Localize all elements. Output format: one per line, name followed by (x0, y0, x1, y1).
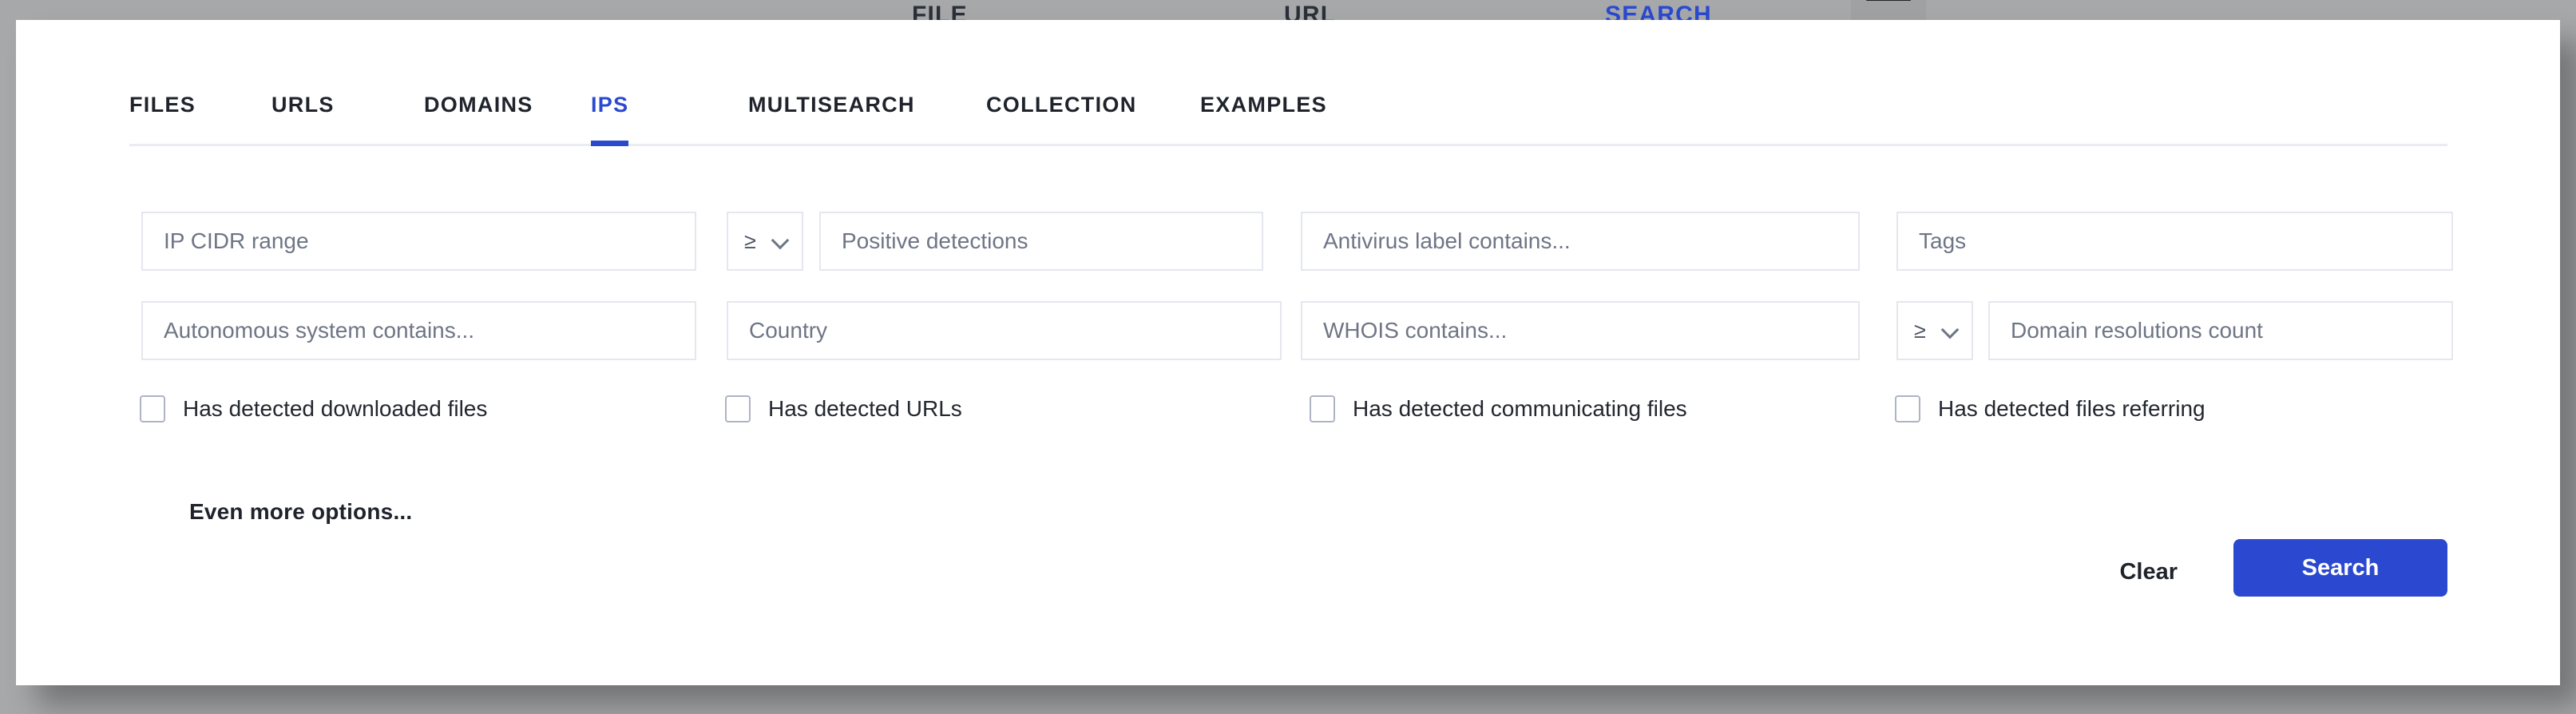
checkbox-label: Has detected communicating files (1353, 396, 1687, 421)
tab-collection[interactable]: COLLECTION (986, 80, 1137, 144)
search-type-tabs: FILES URLS DOMAINS IPS MULTISEARCH COLLECTION… (129, 82, 2447, 146)
operator-value: ≥ (744, 228, 756, 253)
positive-detections-input[interactable]: Positive detections (819, 212, 1263, 271)
checkbox-box[interactable] (140, 395, 165, 422)
checkbox-label: Has detected URLs (768, 396, 962, 421)
modal-backdrop[interactable]: FILE URL SEARCH FILES URLS DOMAINS IPS MULTI… (0, 0, 2576, 714)
domain-resolutions-input[interactable]: Domain resolutions count (1988, 301, 2453, 360)
filter-checkbox-row: Has detected downloaded files Has detecte… (16, 395, 2560, 440)
tab-files[interactable]: FILES (129, 80, 196, 144)
checkbox-box[interactable] (725, 395, 751, 422)
ip-cidr-range-input[interactable]: IP CIDR range (141, 212, 696, 271)
filter-row-2: Autonomous system contains... Country WHOI… (16, 301, 2560, 360)
hamburger-menu-icon[interactable] (1851, 0, 1926, 21)
has-detected-urls-checkbox[interactable]: Has detected URLs (725, 395, 962, 422)
filter-row-1: IP CIDR range ≥ Positive detections Antivir… (16, 212, 2560, 271)
autonomous-system-input[interactable]: Autonomous system contains... (141, 301, 696, 360)
checkbox-box[interactable] (1895, 395, 1920, 422)
checkbox-label: Has detected downloaded files (183, 396, 488, 421)
hamburger-bar-top (1866, 0, 1911, 1)
tab-multisearch[interactable]: MULTISEARCH (748, 80, 915, 144)
tab-domains[interactable]: DOMAINS (424, 80, 533, 144)
tags-input[interactable]: Tags (1896, 212, 2453, 271)
tab-ips[interactable]: IPS (591, 80, 629, 146)
background-navbar: FILE URL SEARCH (0, 0, 2576, 21)
checkbox-box[interactable] (1310, 395, 1335, 422)
has-detected-files-referring-checkbox[interactable]: Has detected files referring (1895, 395, 2205, 422)
has-detected-downloaded-files-checkbox[interactable]: Has detected downloaded files (140, 395, 487, 422)
chevron-down-icon (1942, 323, 1958, 339)
clear-button[interactable]: Clear (2119, 559, 2178, 585)
whois-input[interactable]: WHOIS contains... (1301, 301, 1860, 360)
operator-value: ≥ (1914, 318, 1926, 343)
checkbox-label: Has detected files referring (1938, 396, 2205, 421)
search-button[interactable]: Search (2233, 539, 2447, 597)
background-nav-item-file[interactable]: FILE (912, 2, 968, 21)
antivirus-label-input[interactable]: Antivirus label contains... (1301, 212, 1860, 271)
even-more-options-link[interactable]: Even more options... (189, 499, 412, 525)
has-detected-communicating-files-checkbox[interactable]: Has detected communicating files (1310, 395, 1687, 422)
tab-urls[interactable]: URLS (271, 80, 335, 144)
tab-examples[interactable]: EXAMPLES (1200, 80, 1327, 144)
chevron-down-icon (772, 233, 788, 249)
positive-detections-operator[interactable]: ≥ (727, 212, 803, 271)
background-nav-item-url[interactable]: URL (1284, 2, 1336, 21)
country-input[interactable]: Country (727, 301, 1282, 360)
advanced-search-modal: FILES URLS DOMAINS IPS MULTISEARCH COLLECTION… (16, 20, 2560, 685)
domain-resolutions-operator[interactable]: ≥ (1896, 301, 1973, 360)
background-nav-item-search[interactable]: SEARCH (1605, 2, 1712, 21)
